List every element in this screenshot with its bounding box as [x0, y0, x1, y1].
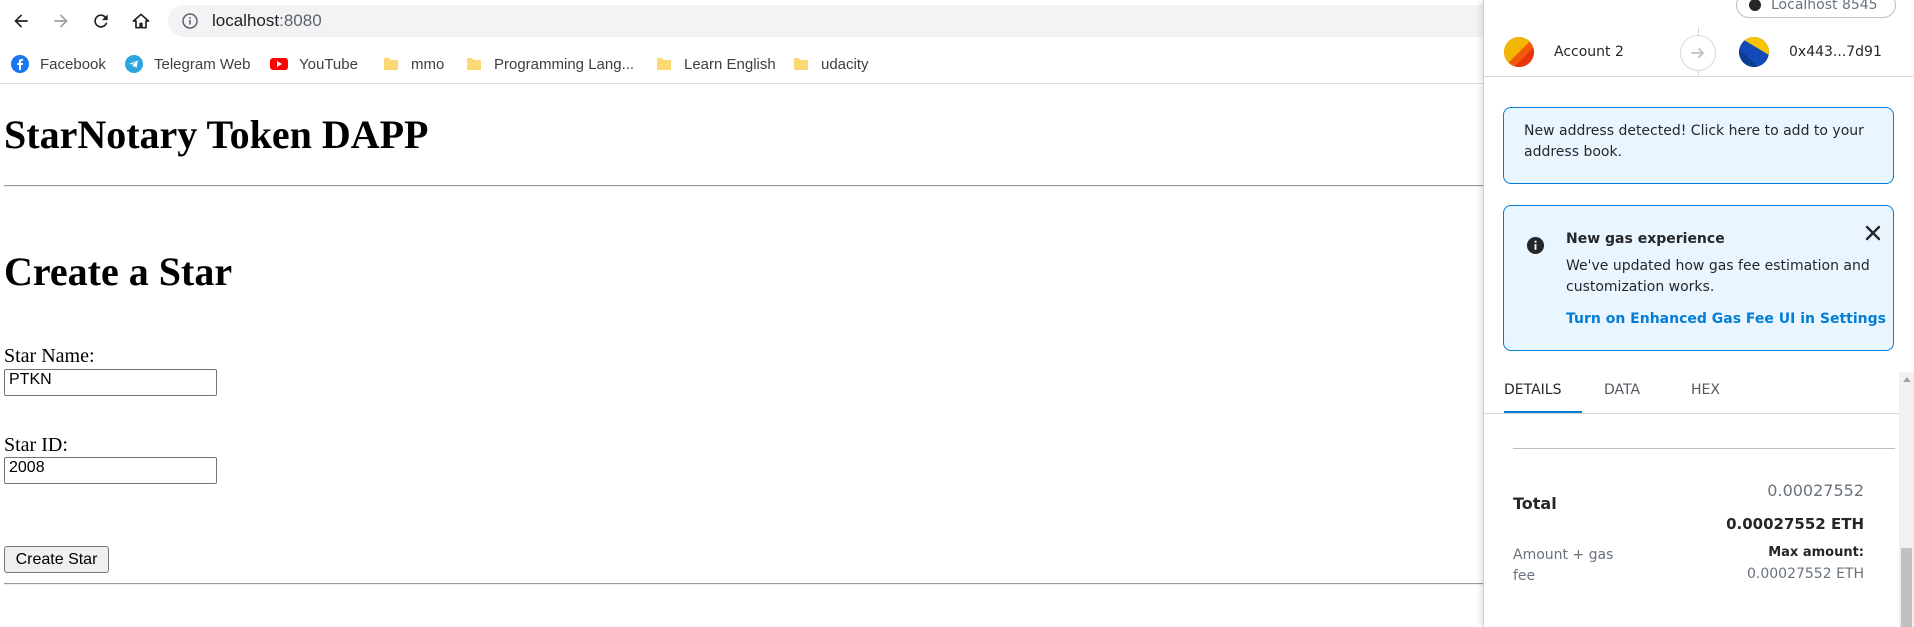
star-name-label: Star Name: — [4, 345, 95, 367]
max-amount-label: Max amount: — [1768, 545, 1864, 560]
enhanced-gas-settings-link[interactable]: Turn on Enhanced Gas Fee UI in Settings — [1566, 311, 1886, 327]
url-host: localhost — [212, 11, 280, 30]
bookmark-label: Telegram Web — [154, 55, 251, 73]
divider — [1513, 448, 1895, 449]
arrow-right-icon — [54, 14, 68, 28]
total-label: Total — [1513, 494, 1557, 513]
folder-icon — [654, 54, 674, 74]
new-address-notice[interactable]: New address detected! Click here to add … — [1503, 107, 1894, 184]
bookmark-telegram[interactable]: Telegram Web — [124, 53, 250, 75]
bookmark-folder-programming[interactable]: Programming Lang... — [464, 53, 634, 75]
total-primary-value: 0.00027552 — [1767, 481, 1864, 500]
folder-icon — [464, 54, 484, 74]
section-title: Create a Star — [4, 249, 233, 294]
sender-recipient-row: Account 2 0x443...7d91 — [1484, 27, 1914, 77]
bookmark-label: YouTube — [299, 55, 358, 73]
bookmark-label: Learn English — [684, 55, 776, 73]
reload-button[interactable] — [88, 8, 114, 34]
metamask-popup: Localhost 8545 Account 2 0x443...7d91 Ne… — [1483, 0, 1914, 627]
address-bar[interactable]: localhost:8080 — [168, 5, 1518, 37]
arrow-left-icon — [14, 14, 28, 28]
divider — [4, 583, 1484, 585]
bookmark-youtube[interactable]: YouTube — [269, 53, 358, 75]
close-icon[interactable] — [1864, 224, 1882, 242]
scroll-up-icon[interactable] — [1903, 377, 1911, 382]
info-icon[interactable] — [182, 13, 198, 29]
bookmark-facebook[interactable]: Facebook — [10, 53, 106, 75]
back-button[interactable] — [8, 8, 34, 34]
folder-icon — [381, 54, 401, 74]
bookmark-label: Programming Lang... — [494, 55, 635, 73]
account-avatar-icon — [1504, 37, 1534, 67]
url-text: localhost:8080 — [212, 11, 322, 31]
max-amount-value: 0.00027552 ETH — [1747, 566, 1864, 582]
reload-icon — [94, 14, 108, 28]
recipient-avatar-icon — [1739, 37, 1769, 67]
bookmark-label: mmo — [411, 55, 445, 73]
home-button[interactable] — [128, 8, 154, 34]
tab-hex[interactable]: HEX — [1691, 382, 1720, 398]
gas-experience-banner: New gas experience We've updated how gas… — [1503, 205, 1894, 351]
bookmark-label: udacity — [821, 55, 869, 73]
youtube-icon — [269, 54, 289, 74]
sender-account[interactable]: Account 2 — [1504, 27, 1624, 77]
info-icon — [1526, 236, 1545, 255]
sender-account-name: Account 2 — [1554, 44, 1624, 60]
page-title: StarNotary Token DAPP — [4, 112, 429, 157]
tab-data[interactable]: DATA — [1604, 382, 1640, 398]
create-star-button[interactable]: Create Star — [4, 546, 109, 573]
bookmark-folder-learn-english[interactable]: Learn English — [654, 53, 776, 75]
total-eth-value: 0.00027552 ETH — [1726, 515, 1864, 533]
tab-details[interactable]: DETAILS — [1504, 382, 1561, 398]
recipient-address: 0x443...7d91 — [1789, 44, 1882, 60]
bookmark-folder-mmo[interactable]: mmo — [381, 53, 444, 75]
home-icon — [132, 13, 150, 29]
divider — [4, 185, 1484, 187]
telegram-icon — [124, 54, 144, 74]
bookmark-folder-udacity[interactable]: udacity — [791, 53, 869, 75]
page-content: StarNotary Token DAPP Create a Star Star… — [0, 85, 1484, 627]
transaction-tabs: DETAILS DATA HEX — [1484, 370, 1914, 414]
facebook-icon — [10, 54, 30, 74]
network-name: Localhost 8545 — [1771, 0, 1878, 13]
url-port: :8080 — [279, 11, 322, 30]
recipient-account[interactable]: 0x443...7d91 — [1739, 27, 1882, 77]
forward-button[interactable] — [48, 8, 74, 34]
star-id-label: Star ID: — [4, 434, 68, 456]
folder-icon — [791, 54, 811, 74]
arrow-right-icon — [1680, 35, 1716, 71]
scrollbar-thumb[interactable] — [1901, 548, 1912, 627]
star-id-input[interactable]: 2008 — [4, 457, 217, 484]
network-status-icon — [1749, 0, 1761, 11]
gas-banner-title: New gas experience — [1566, 231, 1725, 247]
network-selector[interactable]: Localhost 8545 — [1736, 0, 1896, 18]
active-tab-indicator — [1504, 411, 1582, 413]
star-name-input[interactable]: PTKN — [4, 369, 217, 396]
amount-gas-fee-label: Amount + gas fee — [1513, 547, 1614, 584]
bookmark-label: Facebook — [40, 55, 106, 73]
gas-banner-body: We've updated how gas fee estimation and… — [1566, 258, 1870, 295]
